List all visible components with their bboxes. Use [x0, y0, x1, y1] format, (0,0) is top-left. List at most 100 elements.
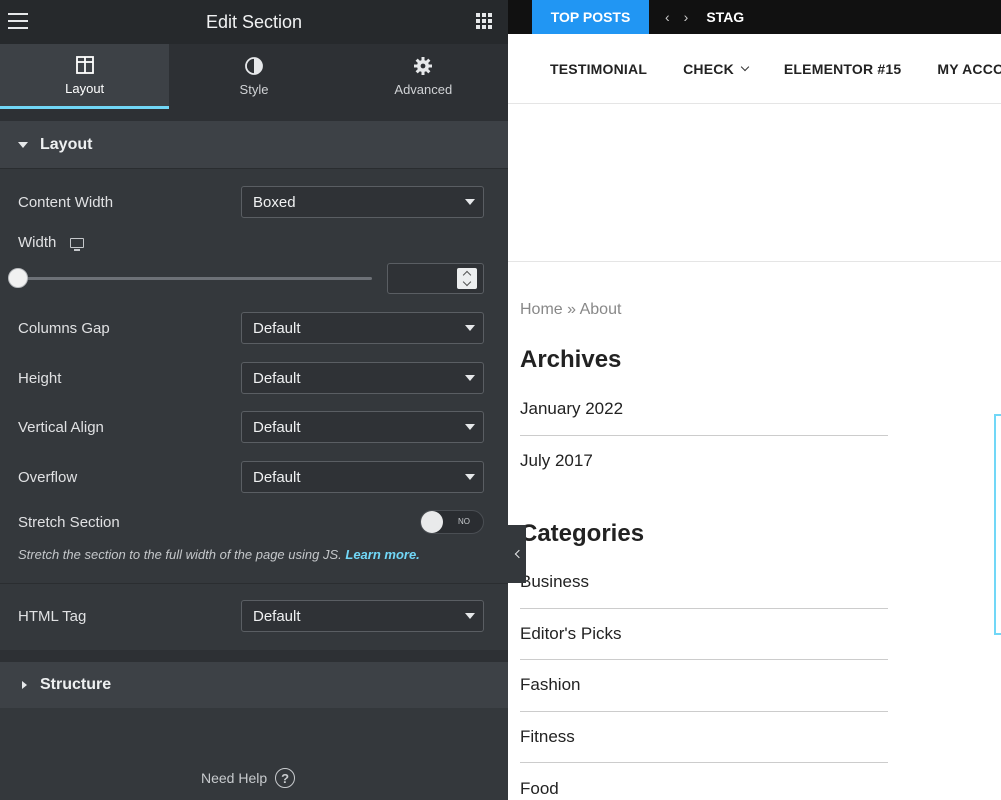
number-spinner[interactable]	[457, 268, 477, 289]
dropdown-arrow-icon	[465, 424, 475, 430]
tab-label: Advanced	[394, 82, 453, 97]
layout-section-toggle[interactable]: Layout	[0, 121, 508, 169]
need-help-link[interactable]: Need Help ?	[201, 768, 296, 788]
structure-section-toggle[interactable]: Structure	[0, 662, 508, 708]
height-control: Height Default	[18, 362, 484, 394]
width-label: Width	[18, 234, 57, 251]
section-gap	[0, 109, 508, 121]
columns-gap-control: Columns Gap Default	[18, 312, 484, 344]
tab-label: Style	[239, 82, 269, 97]
toggle-knob	[421, 511, 443, 533]
list-item[interactable]: January 2022	[520, 384, 888, 436]
dropdown-arrow-icon	[465, 199, 475, 205]
tab-advanced[interactable]: Advanced	[339, 44, 508, 109]
menu-item-my-account[interactable]: MY ACCO	[937, 61, 1001, 77]
divider	[0, 583, 508, 584]
breadcrumb-home[interactable]: Home	[520, 301, 563, 318]
archives-title: Archives	[520, 346, 622, 373]
stretch-section-label: Stretch Section	[18, 513, 120, 531]
categories-list: Business Editor's Picks Fashion Fitness …	[520, 557, 888, 800]
widgets-grid-icon[interactable]	[476, 13, 492, 29]
content-width-select[interactable]: Boxed	[241, 186, 484, 218]
site-preview: TOP POSTS ‹ › STAG TESTIMONIAL CHECK ELE…	[508, 0, 1001, 800]
menu-item-testimonial[interactable]: TESTIMONIAL	[550, 61, 647, 77]
caret-right-icon	[22, 681, 27, 689]
chevron-left-icon[interactable]: ‹	[665, 9, 670, 25]
learn-more-link[interactable]: Learn more.	[345, 547, 419, 562]
content-width-label: Content Width	[18, 193, 114, 211]
tab-layout[interactable]: Layout	[0, 44, 170, 109]
tab-label: Layout	[65, 80, 105, 96]
toggle-state-text: NO	[458, 517, 470, 526]
vertical-align-select[interactable]: Default	[241, 411, 484, 443]
overflow-select[interactable]: Default	[241, 461, 484, 493]
hamburger-menu-icon[interactable]	[8, 13, 28, 30]
chevron-down-icon	[740, 62, 750, 71]
top-bar: TOP POSTS ‹ › STAG	[508, 0, 1001, 34]
stretch-section-toggle[interactable]: NO	[420, 510, 484, 534]
overflow-control: Overflow Default	[18, 461, 484, 493]
select-value: Default	[253, 468, 301, 486]
panel-title: Edit Section	[205, 11, 303, 32]
breadcrumb-current: About	[579, 301, 622, 318]
select-value: Boxed	[253, 193, 296, 211]
columns-gap-select[interactable]: Default	[241, 312, 484, 344]
selected-element-outline	[994, 414, 1001, 635]
menu-label: TESTIMONIAL	[550, 60, 648, 77]
width-number-input[interactable]	[387, 263, 484, 294]
breadcrumb-sep: »	[562, 301, 580, 318]
chevron-left-icon	[514, 549, 523, 559]
header-spacer	[508, 104, 1001, 262]
chevron-right-icon[interactable]: ›	[684, 9, 689, 25]
menu-label: CHECK	[683, 60, 734, 77]
height-select[interactable]: Default	[241, 362, 484, 394]
breadcrumb: Home » About	[520, 301, 621, 319]
dropdown-arrow-icon	[465, 375, 475, 381]
dropdown-arrow-icon	[465, 474, 475, 480]
editor-panel: Edit Section Layout Style Advanced Layou…	[0, 0, 508, 800]
list-item[interactable]: July 2017	[520, 436, 888, 488]
top-posts-badge[interactable]: TOP POSTS	[532, 0, 649, 34]
width-slider-track[interactable]	[18, 277, 372, 280]
main-menu: TESTIMONIAL CHECK ELEMENTOR #15 MY ACCO	[508, 34, 1001, 104]
html-tag-control: HTML Tag Default	[18, 600, 484, 632]
section-title: Layout	[40, 135, 93, 153]
section-gap	[0, 650, 508, 662]
tab-style[interactable]: Style	[169, 44, 338, 109]
list-item[interactable]: Fashion	[520, 660, 888, 712]
list-item[interactable]: Fitness	[520, 712, 888, 763]
vertical-align-control: Vertical Align Default	[18, 411, 484, 443]
spinner-down-icon[interactable]	[462, 277, 472, 286]
need-help-label: Need Help	[201, 770, 268, 786]
columns-icon	[75, 55, 94, 74]
gear-icon	[414, 57, 433, 75]
stretch-help-text: Stretch the section to the full width of…	[18, 547, 420, 562]
ticker-post-link[interactable]: STAG	[706, 9, 744, 25]
height-label: Height	[18, 369, 62, 387]
panel-collapse-button[interactable]	[508, 525, 526, 583]
list-item[interactable]: Business	[520, 557, 888, 609]
panel-header: Edit Section	[0, 0, 508, 44]
list-item[interactable]: Food	[520, 763, 888, 800]
columns-gap-label: Columns Gap	[18, 319, 110, 337]
section-title: Structure	[40, 676, 112, 693]
select-value: Default	[253, 369, 301, 387]
caret-down-icon	[18, 141, 28, 148]
contrast-icon	[245, 57, 263, 75]
menu-item-elementor-15[interactable]: ELEMENTOR #15	[784, 61, 902, 77]
width-label-row: Width	[18, 234, 85, 251]
ticker-nav: ‹ ›	[665, 9, 688, 25]
help-text: Stretch the section to the full width of…	[18, 547, 342, 562]
menu-label: MY ACCO	[937, 60, 1001, 77]
select-value: Default	[253, 418, 301, 436]
stretch-section-control: Stretch Section NO	[18, 510, 484, 534]
select-value: Default	[253, 319, 301, 337]
overflow-label: Overflow	[18, 468, 78, 486]
html-tag-label: HTML Tag	[18, 607, 87, 625]
html-tag-select[interactable]: Default	[241, 600, 484, 632]
menu-item-check[interactable]: CHECK	[683, 60, 750, 77]
list-item[interactable]: Editor's Picks	[520, 609, 888, 660]
width-slider-handle[interactable]	[8, 268, 28, 288]
desktop-monitor-icon[interactable]	[70, 237, 85, 251]
select-value: Default	[253, 607, 301, 625]
